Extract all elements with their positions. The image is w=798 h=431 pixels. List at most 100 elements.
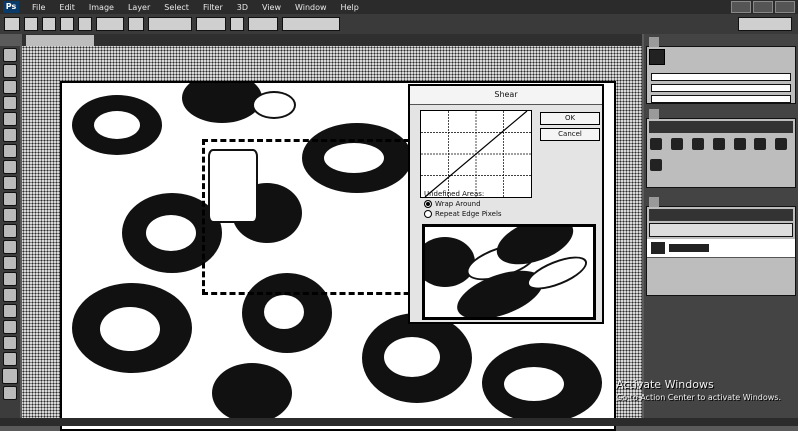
dodge-tool-icon[interactable] [3, 256, 17, 270]
workspace-select[interactable] [738, 17, 792, 31]
intersect-selection-icon[interactable] [78, 17, 92, 31]
cancel-button[interactable]: Cancel [540, 128, 600, 141]
width-field[interactable] [196, 17, 226, 31]
exposure-icon[interactable] [712, 138, 725, 150]
shape-tool-icon[interactable] [3, 320, 17, 334]
close-button[interactable] [775, 1, 795, 13]
healing-brush-tool-icon[interactable] [3, 144, 17, 158]
hue-saturation-icon[interactable] [754, 138, 767, 150]
red-slider[interactable] [651, 73, 791, 81]
repeat-edge-pixels-option[interactable]: Repeat Edge Pixels [424, 210, 502, 218]
shear-preview [422, 224, 596, 320]
menu-edit[interactable]: Edit [52, 3, 82, 12]
menu-select[interactable]: Select [157, 3, 196, 12]
tool-preset-picker[interactable] [4, 17, 20, 31]
photoshop-logo-icon: Ps [3, 1, 19, 13]
window-controls [731, 1, 798, 13]
maximize-button[interactable] [753, 1, 773, 13]
right-panels [644, 34, 798, 418]
activate-windows-title: Activate Windows [616, 378, 714, 391]
layer-row[interactable] [647, 239, 795, 258]
green-slider[interactable] [651, 84, 791, 92]
dialog-title: Shear [410, 86, 602, 105]
menu-help[interactable]: Help [334, 3, 366, 12]
adjustments-panel-tab[interactable] [649, 109, 659, 119]
pen-tool-icon[interactable] [3, 272, 17, 286]
layer-thumbnail [651, 242, 665, 254]
marquee-tool-icon[interactable] [3, 64, 17, 78]
texture-blob [98, 305, 162, 353]
move-tool-icon[interactable] [3, 48, 17, 62]
new-selection-icon[interactable] [24, 17, 38, 31]
tools-panel [0, 46, 20, 418]
feather-field[interactable] [96, 17, 124, 31]
foreground-color-swatch[interactable] [649, 49, 665, 65]
antialias-checkbox[interactable] [128, 17, 144, 31]
blur-tool-icon[interactable] [3, 240, 17, 254]
wrap-around-option[interactable]: Wrap Around [424, 200, 481, 208]
texture-blob [262, 293, 306, 331]
layer-name [669, 244, 709, 252]
lasso-tool-icon[interactable] [3, 80, 17, 94]
menu-window[interactable]: Window [288, 3, 334, 12]
shear-curve-grid[interactable] [420, 110, 532, 198]
options-bar [0, 14, 798, 34]
brush-tool-icon[interactable] [3, 160, 17, 174]
brightness-icon[interactable] [650, 138, 662, 150]
zoom-tool-icon[interactable] [3, 352, 17, 366]
texture-blob [182, 83, 262, 123]
minimize-button[interactable] [731, 1, 751, 13]
hand-tool-icon[interactable] [3, 336, 17, 350]
menu-layer[interactable]: Layer [121, 3, 157, 12]
repeat-edge-pixels-label: Repeat Edge Pixels [435, 210, 502, 218]
history-brush-tool-icon[interactable] [3, 192, 17, 206]
layers-panel [646, 197, 796, 296]
curves-icon[interactable] [691, 138, 704, 150]
blend-mode-select[interactable] [649, 223, 793, 237]
crop-tool-icon[interactable] [3, 112, 17, 126]
color-balance-icon[interactable] [775, 138, 788, 150]
document-tab-bar [22, 34, 642, 46]
type-tool-icon[interactable] [3, 288, 17, 302]
subtract-selection-icon[interactable] [60, 17, 74, 31]
menu-filter[interactable]: Filter [196, 3, 230, 12]
ok-button[interactable]: OK [540, 112, 600, 125]
color-swatches-icon[interactable] [2, 368, 18, 384]
color-panel-tab[interactable] [649, 37, 659, 47]
menu-3d[interactable]: 3D [230, 3, 255, 12]
gradient-tool-icon[interactable] [3, 224, 17, 238]
preview-texture [425, 237, 475, 287]
radio-selected-icon[interactable] [424, 200, 432, 208]
status-bar [0, 418, 798, 426]
document-tab[interactable] [26, 35, 94, 46]
adjustments-panel [646, 109, 796, 188]
levels-icon[interactable] [670, 138, 683, 150]
menu-image[interactable]: Image [82, 3, 121, 12]
style-select[interactable] [148, 17, 192, 31]
black-white-icon[interactable] [650, 159, 662, 171]
path-selection-tool-icon[interactable] [3, 304, 17, 318]
swap-icon[interactable] [230, 17, 244, 31]
vibrance-icon[interactable] [733, 138, 746, 150]
texture-blob [144, 213, 198, 253]
radio-unselected-icon[interactable] [424, 210, 432, 218]
texture-blob [382, 335, 442, 379]
wrap-around-label: Wrap Around [435, 200, 481, 208]
add-selection-icon[interactable] [42, 17, 56, 31]
clone-stamp-tool-icon[interactable] [3, 176, 17, 190]
selection-marquee [202, 139, 428, 295]
shear-dialog: Shear OK Cancel Undefined Areas: Wrap Ar… [408, 84, 604, 324]
quick-select-tool-icon[interactable] [3, 96, 17, 110]
color-panel [646, 37, 796, 104]
eraser-tool-icon[interactable] [3, 208, 17, 222]
layers-panel-tab[interactable] [649, 197, 659, 207]
menu-view[interactable]: View [255, 3, 288, 12]
eyedropper-tool-icon[interactable] [3, 128, 17, 142]
blue-slider[interactable] [651, 95, 791, 103]
refine-edge-button[interactable] [282, 17, 340, 31]
height-field[interactable] [248, 17, 278, 31]
adjustments-header [649, 121, 793, 133]
menu-file[interactable]: File [25, 3, 52, 12]
texture-blob [252, 91, 296, 119]
quick-mask-icon[interactable] [3, 386, 17, 400]
